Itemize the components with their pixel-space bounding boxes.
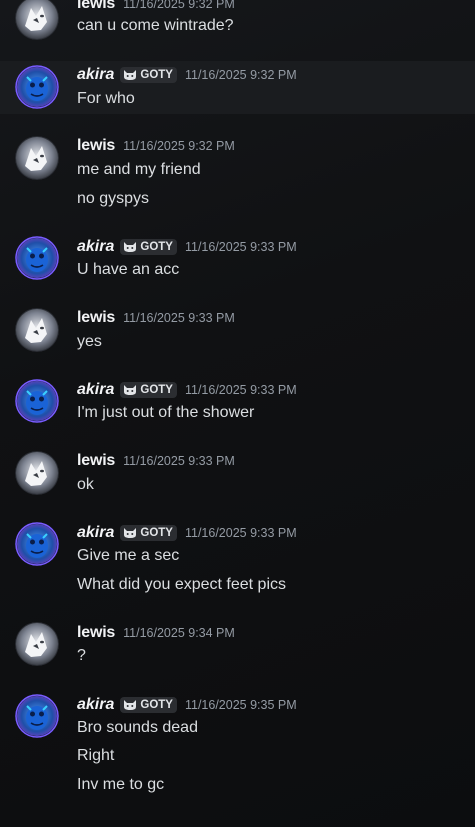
message-group: akira GOTY 11/16/2025 9:33 PM Give me a … xyxy=(0,514,475,606)
message-text: Right xyxy=(77,747,115,764)
message-group: lewis 11/16/2025 9:32 PM me and my frien… xyxy=(0,128,475,218)
username[interactable]: lewis xyxy=(77,452,115,470)
server-tag-label: GOTY xyxy=(140,241,173,253)
server-tag-label: GOTY xyxy=(140,527,173,539)
cat-face-icon xyxy=(124,528,137,538)
cat-face-icon xyxy=(124,385,137,395)
message-timestamp: 11/16/2025 9:33 PM xyxy=(184,526,297,540)
cat-face-icon xyxy=(124,70,137,80)
server-tag-label: GOTY xyxy=(140,699,173,711)
message-text: I'm just out of the shower xyxy=(77,404,255,421)
cat-face-icon xyxy=(124,700,137,710)
cat-face-icon xyxy=(124,242,137,252)
message-text: Bro sounds dead xyxy=(77,719,198,736)
akira-avatar-icon[interactable] xyxy=(15,65,59,109)
akira-avatar-icon[interactable] xyxy=(15,694,59,738)
lewis-avatar-icon[interactable] xyxy=(15,622,59,666)
message-text: What did you expect feet pics xyxy=(77,576,286,593)
message-group: akira GOTY 11/16/2025 9:33 PM U have an … xyxy=(0,228,475,290)
username[interactable]: akira xyxy=(77,238,114,256)
message-timestamp: 11/16/2025 9:33 PM xyxy=(184,240,297,254)
lewis-avatar-icon[interactable] xyxy=(15,451,59,495)
username[interactable]: lewis xyxy=(77,624,115,642)
username[interactable]: akira xyxy=(77,381,114,399)
server-tag-label: GOTY xyxy=(140,69,173,81)
message-text: can u come wintrade? xyxy=(77,17,234,34)
message-text: Give me a sec xyxy=(77,547,180,564)
message-group: akira GOTY 11/16/2025 9:35 PM Bro sounds… xyxy=(0,686,475,806)
message-group: lewis 11/16/2025 9:33 PM yes xyxy=(0,300,475,362)
message-group: lewis 11/16/2025 9:32 PM can u come wint… xyxy=(0,0,475,48)
akira-avatar-icon[interactable] xyxy=(15,379,59,423)
username[interactable]: lewis xyxy=(77,137,115,155)
message-timestamp: 11/16/2025 9:33 PM xyxy=(123,311,235,325)
message-timestamp: 11/16/2025 9:34 PM xyxy=(123,626,235,640)
server-tag-badge[interactable]: GOTY xyxy=(120,67,177,83)
message-group: akira GOTY 11/16/2025 9:33 PM I'm just o… xyxy=(0,371,475,433)
message-text: me and my friend xyxy=(77,161,201,178)
username[interactable]: lewis xyxy=(77,0,115,13)
username[interactable]: akira xyxy=(77,524,114,542)
server-tag-badge[interactable]: GOTY xyxy=(120,382,177,398)
lewis-avatar-icon[interactable] xyxy=(15,0,59,40)
message-timestamp: 11/16/2025 9:35 PM xyxy=(184,698,297,712)
chat-message-list: lewis 11/16/2025 9:32 PM can u come wint… xyxy=(0,0,475,827)
message-text: yes xyxy=(77,333,102,350)
message-text: U have an acc xyxy=(77,261,180,278)
server-tag-badge[interactable]: GOTY xyxy=(120,239,177,255)
message-group: lewis 11/16/2025 9:33 PM ok xyxy=(0,443,475,505)
username[interactable]: akira xyxy=(77,696,114,714)
message-timestamp: 11/16/2025 9:32 PM xyxy=(123,139,235,153)
message-text: For who xyxy=(77,90,135,107)
message-group: lewis 11/16/2025 9:34 PM ? xyxy=(0,614,475,676)
message-timestamp: 11/16/2025 9:32 PM xyxy=(123,0,235,11)
akira-avatar-icon[interactable] xyxy=(15,236,59,280)
message-timestamp: 11/16/2025 9:32 PM xyxy=(184,68,297,82)
message-text: no gyspys xyxy=(77,190,150,207)
message-text: ok xyxy=(77,476,94,493)
message-text: ? xyxy=(77,647,86,664)
akira-avatar-icon[interactable] xyxy=(15,522,59,566)
username[interactable]: lewis xyxy=(77,309,115,327)
lewis-avatar-icon[interactable] xyxy=(15,308,59,352)
username[interactable]: akira xyxy=(77,66,114,84)
message-timestamp: 11/16/2025 9:33 PM xyxy=(184,383,297,397)
message-group: akira GOTY 11/16/2025 9:32 PM For who xyxy=(0,61,475,114)
server-tag-badge[interactable]: GOTY xyxy=(120,525,177,541)
lewis-avatar-icon[interactable] xyxy=(15,136,59,180)
message-timestamp: 11/16/2025 9:33 PM xyxy=(123,454,235,468)
server-tag-label: GOTY xyxy=(140,384,173,396)
server-tag-badge[interactable]: GOTY xyxy=(120,697,177,713)
message-text: Inv me to gc xyxy=(77,776,165,793)
